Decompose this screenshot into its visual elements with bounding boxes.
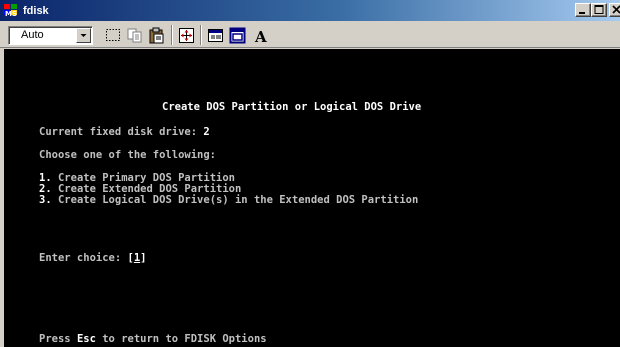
toolbar-separator — [200, 25, 202, 45]
svg-text:A: A — [254, 28, 267, 45]
option-text: Create Logical DOS Drive(s) in the Exten… — [51, 194, 419, 206]
current-drive-line: Current fixed disk drive: 2 — [39, 126, 210, 138]
current-drive-value: 2 — [203, 126, 210, 138]
properties-icon — [208, 29, 223, 42]
toolbar-separator — [171, 25, 173, 45]
font-button[interactable]: A — [252, 26, 271, 45]
font-size-select[interactable]: Auto — [8, 26, 93, 45]
properties-button[interactable] — [206, 26, 225, 45]
ms-dos-icon: MS — [3, 2, 19, 18]
fdisk-window: MS fdisk Auto A Create DOS Partition or … — [0, 0, 620, 347]
footer-key: Esc — [76, 333, 96, 345]
footer-suffix: to return to FDISK Options — [95, 333, 267, 345]
dropdown-arrow-button[interactable] — [76, 28, 91, 43]
chevron-down-icon — [80, 34, 87, 37]
minimize-icon — [579, 12, 585, 14]
maximize-button[interactable] — [591, 3, 607, 17]
svg-text:MS: MS — [5, 10, 17, 18]
footer-hint: Press Esc to return to FDISK Options — [39, 333, 267, 345]
footer-prefix: Press — [39, 333, 77, 345]
maximize-icon — [594, 5, 604, 14]
mark-button[interactable] — [104, 26, 123, 45]
console-output[interactable]: Create DOS Partition or Logical DOS Driv… — [4, 49, 620, 347]
enter-choice-line: Enter choice: [1] — [39, 252, 147, 264]
paste-icon — [149, 27, 164, 44]
close-icon — [612, 5, 620, 14]
enter-choice-label: Enter choice: — [39, 252, 128, 264]
console-heading: Create DOS Partition or Logical DOS Driv… — [162, 101, 422, 113]
copy-icon — [127, 28, 142, 43]
window-title: fdisk — [23, 5, 49, 17]
toolbar: Auto A — [0, 21, 620, 48]
menu-option: 3. Create Logical DOS Drive(s) in the Ex… — [39, 194, 418, 206]
title-bar[interactable]: MS fdisk — [0, 0, 620, 21]
fullscreen-button[interactable] — [177, 26, 196, 45]
background-button[interactable] — [228, 26, 247, 45]
fullscreen-icon — [179, 28, 194, 43]
minimize-button[interactable] — [575, 3, 591, 17]
background-icon — [229, 27, 246, 44]
close-button[interactable] — [609, 3, 620, 17]
font-size-value: Auto — [21, 29, 44, 41]
copy-button[interactable] — [125, 26, 144, 45]
choice-bracket-close: ] — [140, 252, 147, 264]
option-number: 3. — [39, 194, 52, 206]
choose-prompt: Choose one of the following: — [39, 149, 217, 161]
paste-button[interactable] — [147, 26, 166, 45]
current-drive-label: Current fixed disk drive: — [39, 126, 204, 138]
font-icon: A — [254, 28, 267, 45]
mark-icon — [106, 29, 120, 41]
